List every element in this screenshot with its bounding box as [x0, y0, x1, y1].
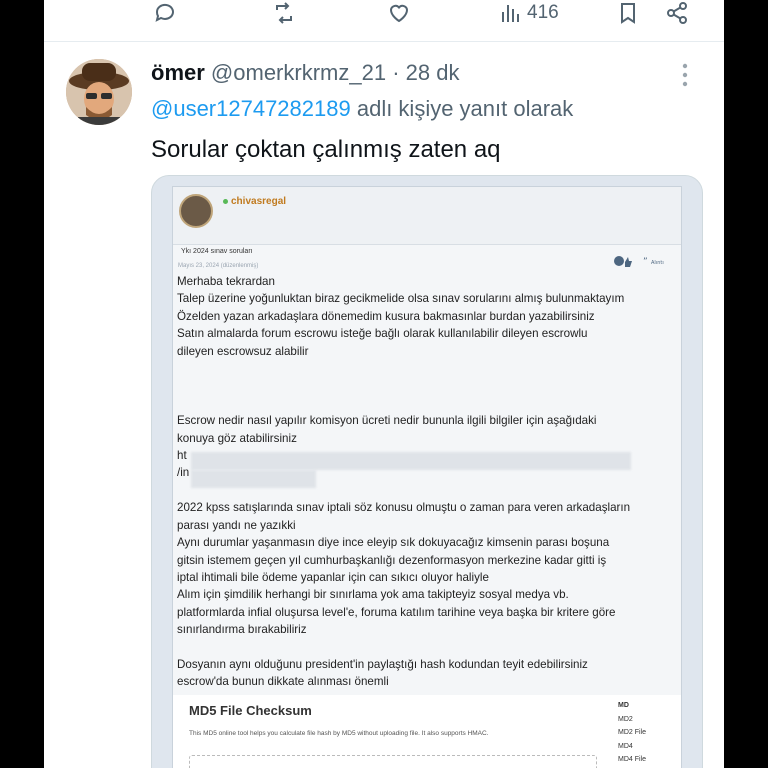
- forum-post-line: gitsin istemem geçen yıl cumhurbaşkanlığ…: [177, 553, 607, 567]
- forum-post-date: Mayıs 23, 2024 (düzenlenmiş): [178, 263, 259, 269]
- forum-post-line: Talep üzerine yoğunluktan biraz gecikmel…: [177, 292, 625, 306]
- reaction-quote-icons: ” Alıntı: [614, 256, 664, 267]
- tweet-action-bar: 416: [44, 0, 724, 42]
- forum-post-line: [177, 360, 677, 377]
- forum-post-line: Satın almalarda forum escrowu isteğe bağ…: [177, 327, 588, 341]
- forum-user-avatar: [179, 194, 213, 228]
- avatar[interactable]: [66, 59, 132, 125]
- forum-post-line: platformlarda infial oluşursa level'e, f…: [177, 605, 616, 619]
- forum-post-line: konuya göz atabilirsiniz: [177, 431, 297, 445]
- redacted-link-blur: [191, 452, 631, 470]
- more-options-button[interactable]: [680, 62, 690, 88]
- checksum-side-item: MD4: [618, 742, 633, 750]
- checksum-dropzone: [189, 755, 597, 768]
- forum-post-header: chivasregal: [173, 187, 681, 245]
- forum-post-actions: ” Alıntı: [613, 254, 678, 268]
- forum-post-line: Aynı durumlar yaşanmasın diye ince eleyi…: [177, 536, 610, 550]
- forum-post-line: [177, 639, 677, 656]
- forum-post-line: Alım için şimdilik herhangi bir sınırlam…: [177, 588, 569, 602]
- forum-post-line: iptal ihtimali bile ödeme yapanlar için …: [177, 570, 489, 584]
- redacted-link-blur-2: [191, 470, 316, 488]
- retweet-button[interactable]: [272, 0, 296, 26]
- bookmark-button[interactable]: [616, 0, 640, 26]
- avatar-image: [66, 59, 132, 125]
- forum-post-line: sınırlandırma bırakabiliriz: [177, 623, 307, 637]
- reply-tweet[interactable]: ömer @omerkrkrmz_21 · 28 dk @user1274728…: [44, 42, 724, 768]
- reply-button[interactable]: [154, 0, 178, 26]
- checksum-side-item: MD2: [618, 715, 633, 723]
- share-icon: [667, 2, 687, 24]
- forum-post-line: Escrow nedir nasıl yapılır komisyon ücre…: [177, 414, 597, 428]
- forum-post-line: Dosyanın aynı olduğunu president'in payl…: [177, 657, 588, 671]
- bookmark-icon: [621, 3, 635, 24]
- reply-icon: [155, 3, 174, 22]
- forum-post-line: dileyen escrowsuz alabilir: [177, 344, 309, 358]
- more-vertical-icon: [682, 63, 688, 87]
- md5-checksum-screenshot: MD5 File Checksum This MD5 online tool h…: [173, 695, 681, 768]
- tweet-text: Sorular çoktan çalınmış zaten aq: [151, 136, 501, 163]
- checksum-side-item: MD4 File: [618, 756, 647, 763]
- checksum-side-menu: MD MD2 MD2 File MD4 MD4 File: [618, 699, 646, 767]
- author-line: ömer @omerkrkrmz_21 · 28 dk: [151, 60, 459, 86]
- svg-text:”: ”: [643, 257, 648, 267]
- tweet-time[interactable]: 28 dk: [406, 60, 460, 85]
- checksum-side-item: MD: [618, 702, 629, 709]
- phone-screen: 416 ömer @omerkrkrmz_21 · 28 dk @user127…: [44, 0, 724, 768]
- views-icon: [502, 5, 519, 22]
- heart-icon: [389, 4, 409, 23]
- views-button[interactable]: 416: [499, 0, 559, 26]
- forum-post-line: 2022 kpss satışlarında sınav iptali söz …: [177, 501, 631, 515]
- checksum-title: MD5 File Checksum: [189, 703, 312, 718]
- checksum-side-item: MD2 File: [618, 729, 647, 736]
- tweet-media-image[interactable]: chivasregal Ykı 2024 sınav soruları Mayı…: [151, 175, 703, 768]
- checksum-subtitle: This MD5 online tool helps you calculate…: [189, 730, 489, 737]
- author-handle[interactable]: @omerkrkrmz_21: [211, 60, 386, 85]
- separator-dot: ·: [392, 60, 400, 85]
- share-button[interactable]: [665, 0, 689, 26]
- like-button[interactable]: [387, 0, 411, 26]
- forum-post-line: [177, 377, 677, 394]
- forum-post-screenshot: chivasregal Ykı 2024 sınav soruları Mayı…: [172, 186, 682, 768]
- forum-post-line: escrow'da bunun dikkate alınması önemli: [177, 675, 389, 689]
- reply-mention-link[interactable]: @user12747282189: [151, 96, 351, 121]
- forum-post-line: Özelden yazan arkadaşlara dönemedim kusu…: [177, 309, 595, 323]
- author-name[interactable]: ömer: [151, 60, 205, 85]
- svg-text:Alıntı: Alıntı: [651, 260, 664, 266]
- views-count: 416: [527, 2, 559, 23]
- forum-post-line: [177, 395, 677, 412]
- replying-to-line: @user12747282189 adlı kişiye yanıt olara…: [151, 96, 573, 122]
- forum-post-line: Merhaba tekrardan: [177, 275, 275, 288]
- forum-username: chivasregal: [223, 196, 286, 207]
- forum-thread-title: Ykı 2024 sınav soruları: [181, 248, 253, 255]
- retweet-icon: [276, 2, 292, 24]
- reply-suffix: adlı kişiye yanıt olarak: [356, 96, 574, 121]
- forum-post-line: parası yandı ne yazıkki: [177, 518, 296, 532]
- online-dot-icon: [223, 198, 228, 204]
